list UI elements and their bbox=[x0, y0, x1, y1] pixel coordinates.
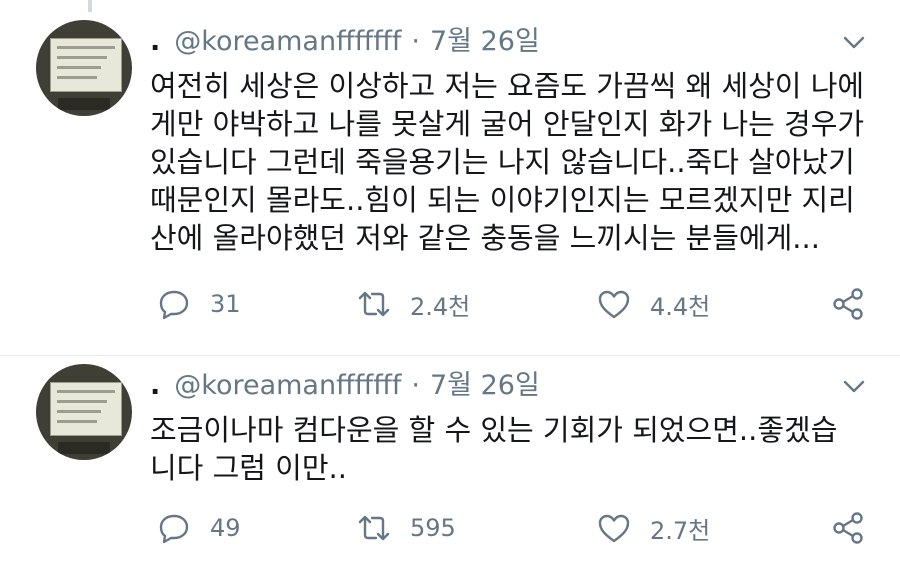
share-button[interactable] bbox=[830, 284, 866, 324]
like-button[interactable]: 2.7천 bbox=[596, 508, 710, 548]
like-button[interactable]: 4.4천 bbox=[596, 284, 710, 324]
tweet[interactable]: . @koreamanfffffff · 7월 26일 조금이나마 컴다운을 할 수 … bbox=[0, 356, 900, 561]
display-name[interactable]: . bbox=[150, 26, 160, 57]
reply-count: 49 bbox=[210, 514, 241, 542]
retweet-button[interactable]: 595 bbox=[356, 508, 456, 548]
tweet-text: 여전히 세상은 이상하고 저는 요즘도 가끔씩 왜 세상이 나에 게만 야박하고… bbox=[150, 69, 865, 255]
avatar[interactable] bbox=[36, 364, 132, 460]
like-icon bbox=[598, 514, 630, 543]
tweet-date[interactable]: 7월 26일 bbox=[430, 26, 540, 57]
tweet-header: . @koreamanfffffff · 7월 26일 bbox=[150, 366, 540, 406]
chevron-down-icon[interactable] bbox=[840, 372, 868, 400]
reply-count: 31 bbox=[210, 290, 241, 318]
tweet[interactable]: . @koreamanfffffff · 7월 26일 여전히 세상은 이상하고 저는… bbox=[0, 0, 900, 355]
tweet-text: 조금이나마 컴다운을 할 수 있는 기회가 되었으면..좋겠습 니다 그럼 이만… bbox=[150, 413, 838, 485]
share-icon bbox=[833, 512, 863, 544]
retweet-count: 2.4천 bbox=[410, 292, 471, 321]
reply-button[interactable]: 31 bbox=[156, 284, 241, 324]
share-button[interactable] bbox=[830, 508, 866, 548]
retweet-button[interactable]: 2.4천 bbox=[356, 284, 470, 324]
reply-icon bbox=[159, 514, 189, 544]
display-name[interactable]: . bbox=[150, 370, 160, 401]
like-count: 2.7천 bbox=[650, 516, 711, 545]
tweet-date[interactable]: 7월 26일 bbox=[430, 370, 540, 401]
like-icon bbox=[598, 290, 630, 319]
reply-icon bbox=[159, 290, 189, 320]
retweet-count: 595 bbox=[410, 514, 456, 542]
reply-button[interactable]: 49 bbox=[156, 508, 241, 548]
like-count: 4.4천 bbox=[650, 292, 711, 321]
retweet-icon bbox=[358, 515, 390, 541]
user-handle[interactable]: @koreamanfffffff bbox=[174, 370, 401, 401]
user-handle[interactable]: @koreamanfffffff bbox=[174, 26, 401, 57]
share-icon bbox=[833, 288, 863, 320]
tweet-actions: 49 595 2.7천 bbox=[150, 508, 870, 548]
tweet-actions: 31 2.4천 4.4천 bbox=[150, 284, 870, 324]
avatar[interactable] bbox=[36, 20, 132, 116]
retweet-icon bbox=[358, 291, 390, 317]
header-separator: · bbox=[411, 26, 420, 57]
chevron-down-icon[interactable] bbox=[840, 28, 868, 56]
header-separator: · bbox=[411, 370, 420, 401]
tweet-header: . @koreamanfffffff · 7월 26일 bbox=[150, 22, 540, 62]
